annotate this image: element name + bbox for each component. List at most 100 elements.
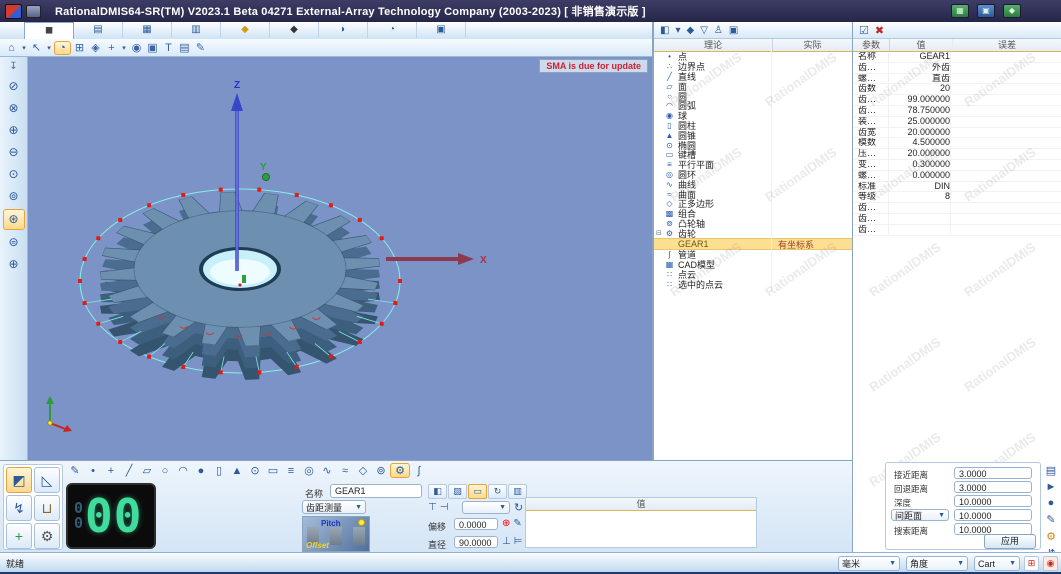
- p6-icon[interactable]: ⊚: [4, 187, 24, 206]
- arc-icon[interactable]: ◠: [174, 464, 192, 477]
- p8-icon[interactable]: ⊜: [4, 233, 24, 252]
- scan-green-icon[interactable]: ▦: [951, 4, 969, 18]
- ribbon-tab-monitor[interactable]: ▣: [417, 22, 466, 38]
- ribbon-tab-gem[interactable]: ◆: [221, 22, 270, 38]
- param-row[interactable]: 名称GEAR1: [853, 52, 1061, 63]
- pen-icon[interactable]: ✎: [1046, 513, 1055, 526]
- param-row[interactable]: 螺…直齿: [853, 74, 1061, 85]
- magnify-icon[interactable]: ●: [1048, 497, 1055, 509]
- slot-icon[interactable]: ▭: [264, 464, 282, 477]
- brush-icon[interactable]: ✎: [193, 41, 208, 54]
- render-icon[interactable]: ◈: [88, 41, 103, 54]
- probe-button[interactable]: ↯: [6, 495, 32, 521]
- align-icon[interactable]: +: [102, 465, 120, 477]
- clearance-input[interactable]: 10.0000: [954, 509, 1032, 521]
- v4-icon[interactable]: ↻: [488, 484, 507, 499]
- cursor-icon[interactable]: ↖: [29, 41, 44, 54]
- viewport-3d[interactable]: ZXY SMA is due for update: [28, 57, 652, 460]
- param-row[interactable]: 齿…: [853, 203, 1061, 214]
- expander-minus-icon[interactable]: ⊟: [656, 229, 664, 237]
- edit-icon[interactable]: ✎: [513, 518, 521, 529]
- addpt-icon[interactable]: ⊕: [502, 518, 510, 529]
- tree-item[interactable]: ∷选中的点云: [654, 279, 852, 289]
- param-row[interactable]: 标准DIN: [853, 182, 1061, 193]
- p7-icon[interactable]: ⊛: [3, 209, 25, 230]
- p3-icon[interactable]: ⊕: [4, 121, 24, 140]
- handprobe-icon[interactable]: ►: [1046, 481, 1057, 493]
- p9-icon[interactable]: ⊕: [4, 255, 24, 274]
- probe-combo-select[interactable]: ▼: [462, 501, 510, 514]
- surface-icon[interactable]: ≈: [336, 465, 354, 477]
- column-theory[interactable]: 理论: [654, 39, 773, 51]
- curve-icon[interactable]: ∿: [318, 464, 336, 477]
- eye-icon[interactable]: ◉: [129, 41, 144, 54]
- param-row[interactable]: 模数4.500000: [853, 138, 1061, 149]
- caret-icon[interactable]: ▾: [120, 44, 128, 52]
- axes-icon[interactable]: ⊞: [1024, 556, 1039, 571]
- pt-icon[interactable]: ⊤: [428, 502, 437, 513]
- mfeature-button[interactable]: ◩: [6, 467, 32, 493]
- param-row[interactable]: 齿宽20.000000: [853, 128, 1061, 139]
- diameter-input[interactable]: 90.0000: [454, 536, 498, 548]
- angletool-button[interactable]: ◺: [34, 467, 60, 493]
- clipboard-icon[interactable]: ▤: [177, 41, 192, 54]
- screen-blue-icon[interactable]: ▣: [977, 4, 995, 18]
- machine-green-icon[interactable]: ◆: [1003, 4, 1021, 18]
- axis-icon[interactable]: +: [104, 42, 119, 54]
- triad-button[interactable]: +: [6, 523, 32, 549]
- machine-button[interactable]: ⚙: [34, 523, 60, 549]
- filter-icon[interactable]: ▽: [700, 25, 708, 36]
- param-row[interactable]: 齿…: [853, 214, 1061, 225]
- feature-name-input[interactable]: GEAR1: [330, 484, 422, 498]
- v2-icon[interactable]: ▨: [448, 484, 467, 499]
- point-icon[interactable]: •: [84, 465, 102, 477]
- close-red-icon[interactable]: ✖: [875, 24, 884, 37]
- cylinder-icon[interactable]: ▯: [210, 464, 228, 477]
- cube-icon[interactable]: ◧: [660, 25, 669, 36]
- report-icon[interactable]: ▤: [1046, 464, 1056, 477]
- sketch-icon[interactable]: ✎: [66, 464, 84, 477]
- p4-icon[interactable]: ⊖: [4, 143, 24, 162]
- column-actual[interactable]: 实际: [773, 39, 852, 51]
- trophy-icon[interactable]: ♙: [714, 25, 723, 36]
- param-row[interactable]: 齿…外齿: [853, 63, 1061, 74]
- p5-icon[interactable]: ⊙: [4, 165, 24, 184]
- refresh-icon[interactable]: ↻: [514, 501, 523, 514]
- offset-input[interactable]: 0.0000: [454, 518, 498, 530]
- param-row[interactable]: 压…20.000000: [853, 149, 1061, 160]
- p2-icon[interactable]: ⊗: [4, 99, 24, 118]
- param-row[interactable]: 齿…99.000000: [853, 95, 1061, 106]
- param-row[interactable]: 齿…78.750000: [853, 106, 1061, 117]
- clearance-plane-select[interactable]: 间距面▼: [891, 509, 949, 521]
- din-icon[interactable]: ⊥: [502, 536, 511, 547]
- param-row[interactable]: 螺…0.000000: [853, 171, 1061, 182]
- v1-icon[interactable]: ◧: [428, 484, 447, 499]
- retract-input[interactable]: 3.0000: [954, 481, 1032, 493]
- torus-icon[interactable]: ◎: [300, 464, 318, 477]
- ribbon-tab-flask[interactable]: ◆: [270, 22, 319, 38]
- coord-system-select[interactable]: Cart▼: [974, 556, 1020, 571]
- ribbon-tab-document[interactable]: ▤: [74, 22, 123, 38]
- ribbon-tab-clock[interactable]: ◔: [368, 22, 417, 38]
- pplanes-icon[interactable]: ≡: [282, 465, 300, 477]
- ribbon-tab-grid[interactable]: ▦: [123, 22, 172, 38]
- pin-icon[interactable]: ↧: [4, 60, 24, 74]
- approach-input[interactable]: 3.0000: [954, 467, 1032, 479]
- caret-icon[interactable]: ▾: [20, 44, 28, 52]
- polygon-icon[interactable]: ◇: [354, 464, 372, 477]
- ellipse-icon[interactable]: ⊙: [246, 464, 264, 477]
- depth-input[interactable]: 10.0000: [954, 495, 1032, 507]
- orbit-icon[interactable]: ◔: [54, 41, 71, 55]
- apply-button[interactable]: 应用: [984, 534, 1036, 549]
- param-row[interactable]: 装…25.000000: [853, 117, 1061, 128]
- line-icon[interactable]: ╱: [120, 464, 138, 477]
- gear-icon[interactable]: ⚙: [390, 463, 410, 478]
- units-select[interactable]: 毫米▼: [838, 556, 900, 571]
- cone-icon[interactable]: ▲: [228, 465, 246, 477]
- home-icon[interactable]: ⌂: [4, 42, 19, 54]
- confirm-check-icon[interactable]: ☑: [859, 24, 869, 37]
- target-icon[interactable]: ◉: [1043, 556, 1058, 571]
- caret-icon[interactable]: ▾: [675, 25, 680, 36]
- text-icon[interactable]: T: [161, 42, 176, 54]
- zoomgrid-icon[interactable]: ⊞: [72, 41, 87, 54]
